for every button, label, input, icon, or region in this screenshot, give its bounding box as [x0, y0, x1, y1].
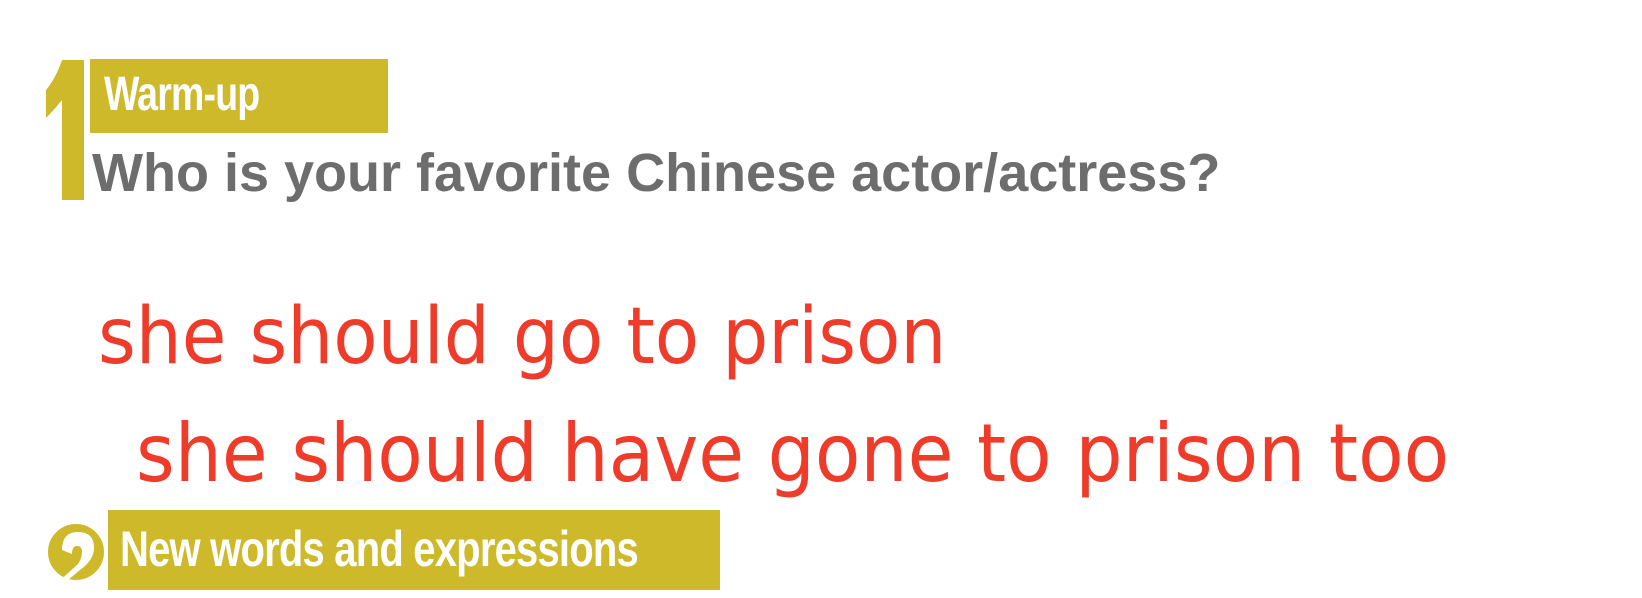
note-line-2: she should have gone to prison too: [136, 407, 1450, 500]
section-2-banner: New words and expressions: [108, 510, 720, 590]
warm-up-question: Who is your favorite Chinese actor/actre…: [92, 143, 1221, 203]
section-2-numeral-icon: [44, 520, 108, 598]
section-1-banner-title: Warm-up: [104, 68, 260, 121]
section-1-numeral-icon: [46, 60, 84, 200]
section-2-banner-title: New words and expressions: [120, 521, 639, 577]
note-line-1: she should go to prison: [98, 292, 947, 382]
section-1-banner: Warm-up: [90, 59, 388, 133]
